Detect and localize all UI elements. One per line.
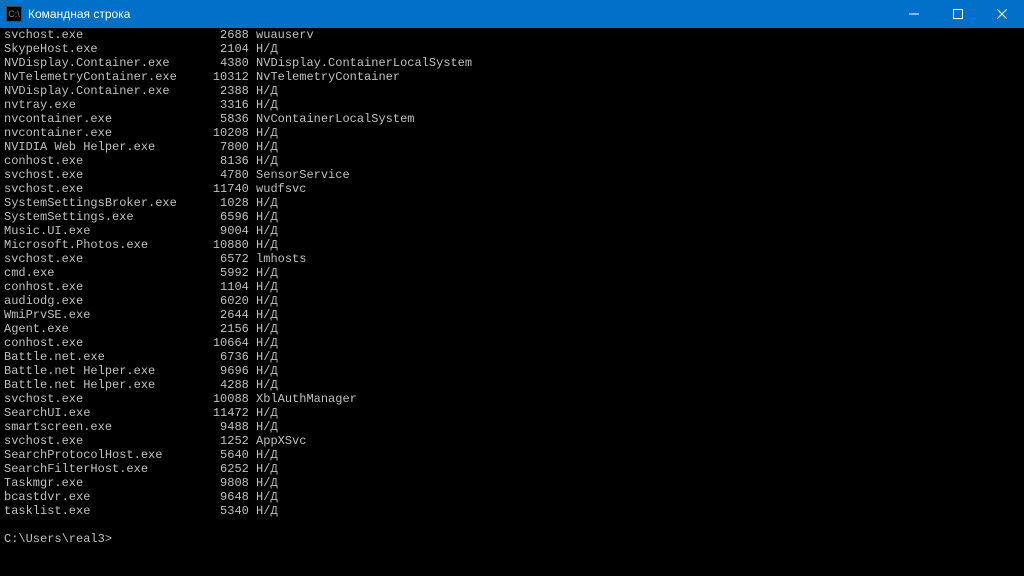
- process-row: bcastdvr.exe 9648 Н/Д: [4, 490, 1020, 504]
- process-row: svchost.exe 10088 XblAuthManager: [4, 392, 1020, 406]
- process-row: nvcontainer.exe 5836 NvContainerLocalSys…: [4, 112, 1020, 126]
- close-button[interactable]: [980, 0, 1024, 28]
- process-row: conhost.exe 8136 Н/Д: [4, 154, 1020, 168]
- process-row: svchost.exe 4780 SensorService: [4, 168, 1020, 182]
- process-row: SearchProtocolHost.exe 5640 Н/Д: [4, 448, 1020, 462]
- window-title: Командная строка: [28, 7, 130, 21]
- process-row: Battle.net.exe 6736 Н/Д: [4, 350, 1020, 364]
- process-row: Taskmgr.exe 9808 Н/Д: [4, 476, 1020, 490]
- terminal-output[interactable]: svchost.exe 2688 wuauservSkypeHost.exe 2…: [0, 28, 1024, 576]
- process-row: NVDisplay.Container.exe 2388 Н/Д: [4, 84, 1020, 98]
- process-row: svchost.exe 6572 lmhosts: [4, 252, 1020, 266]
- process-row: Microsoft.Photos.exe 10880 Н/Д: [4, 238, 1020, 252]
- process-row: NvTelemetryContainer.exe 10312 NvTelemet…: [4, 70, 1020, 84]
- close-icon: [997, 9, 1007, 19]
- process-row: smartscreen.exe 9488 Н/Д: [4, 420, 1020, 434]
- process-row: nvtray.exe 3316 Н/Д: [4, 98, 1020, 112]
- process-row: audiodg.exe 6020 Н/Д: [4, 294, 1020, 308]
- process-row: conhost.exe 1104 Н/Д: [4, 280, 1020, 294]
- process-row: SearchFilterHost.exe 6252 Н/Д: [4, 462, 1020, 476]
- cmd-icon: C:\: [6, 6, 22, 22]
- maximize-button[interactable]: [936, 0, 980, 28]
- process-row: Battle.net Helper.exe 9696 Н/Д: [4, 364, 1020, 378]
- titlebar-left: C:\ Командная строка: [6, 6, 130, 22]
- minimize-icon: [909, 9, 919, 19]
- command-prompt[interactable]: C:\Users\real3>: [4, 532, 1020, 546]
- process-row: SkypeHost.exe 2104 Н/Д: [4, 42, 1020, 56]
- maximize-icon: [953, 9, 963, 19]
- process-row: NVDisplay.Container.exe 4380 NVDisplay.C…: [4, 56, 1020, 70]
- process-row: SystemSettings.exe 6596 Н/Д: [4, 210, 1020, 224]
- process-row: svchost.exe 11740 wudfsvc: [4, 182, 1020, 196]
- process-row: svchost.exe 2688 wuauserv: [4, 28, 1020, 42]
- process-row: Battle.net Helper.exe 4288 Н/Д: [4, 378, 1020, 392]
- blank-line: [4, 518, 1020, 532]
- titlebar[interactable]: C:\ Командная строка: [0, 0, 1024, 28]
- process-row: tasklist.exe 5340 Н/Д: [4, 504, 1020, 518]
- process-row: nvcontainer.exe 10208 Н/Д: [4, 126, 1020, 140]
- minimize-button[interactable]: [892, 0, 936, 28]
- command-prompt-window: C:\ Командная строка svchost.exe 2688 wu…: [0, 0, 1024, 576]
- process-row: cmd.exe 5992 Н/Д: [4, 266, 1020, 280]
- process-row: conhost.exe 10664 Н/Д: [4, 336, 1020, 350]
- process-row: WmiPrvSE.exe 2644 Н/Д: [4, 308, 1020, 322]
- process-row: Music.UI.exe 9004 Н/Д: [4, 224, 1020, 238]
- window-controls: [892, 0, 1024, 28]
- process-row: Agent.exe 2156 Н/Д: [4, 322, 1020, 336]
- process-row: NVIDIA Web Helper.exe 7800 Н/Д: [4, 140, 1020, 154]
- process-row: SystemSettingsBroker.exe 1028 Н/Д: [4, 196, 1020, 210]
- process-row: SearchUI.exe 11472 Н/Д: [4, 406, 1020, 420]
- process-row: svchost.exe 1252 AppXSvc: [4, 434, 1020, 448]
